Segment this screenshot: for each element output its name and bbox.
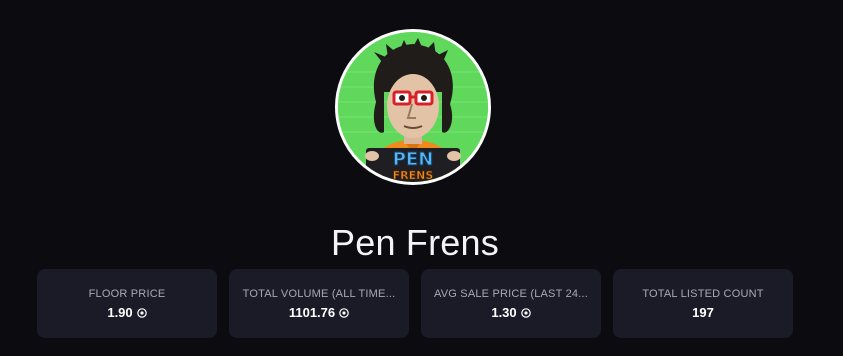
collection-page: PEN FRENS Pen Frens FLOOR PRICE 1.90 TOT…	[0, 0, 843, 356]
stat-value: 1.90	[107, 305, 133, 320]
stat-value: 1.30	[491, 305, 517, 320]
avatar-sign-top: PEN	[393, 149, 434, 170]
stat-value: 1101.76	[288, 305, 336, 320]
stat-label: AVG SALE PRICE (LAST 24...	[434, 288, 588, 300]
currency-icon	[520, 308, 531, 318]
stat-label: TOTAL VOLUME (ALL TIME...	[242, 288, 396, 300]
avatar-sign-bottom: FRENS	[393, 169, 434, 182]
stat-value-row: 1.90	[47, 305, 207, 321]
stat-value-row: 1.30	[431, 305, 591, 321]
currency-icon	[136, 308, 147, 318]
collection-avatar: PEN FRENS	[335, 29, 491, 185]
stat-card-total-listed: TOTAL LISTED COUNT 197	[613, 269, 793, 338]
stat-value-row: 197	[623, 305, 783, 321]
stat-card-floor-price: FLOOR PRICE 1.90	[37, 269, 217, 338]
collection-title: Pen Frens	[331, 222, 499, 263]
stats-row: FLOOR PRICE 1.90 TOTAL VOLUME (ALL TIME.…	[37, 269, 793, 338]
stat-value: 197	[692, 305, 714, 320]
currency-icon	[339, 308, 349, 318]
stat-value-row: 1101.76	[239, 305, 399, 321]
avatar-illustration: PEN FRENS	[338, 32, 488, 182]
stat-card-avg-sale-price: AVG SALE PRICE (LAST 24... 1.30	[421, 269, 601, 338]
stat-label: FLOOR PRICE	[88, 288, 166, 300]
stat-label: TOTAL LISTED COUNT	[642, 288, 764, 300]
stat-card-total-volume: TOTAL VOLUME (ALL TIME... 1101.76	[229, 269, 409, 338]
